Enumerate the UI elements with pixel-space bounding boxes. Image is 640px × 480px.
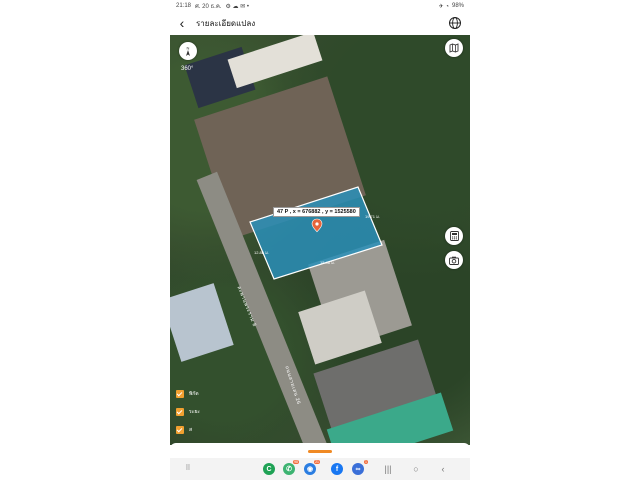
legend-item-coordinates[interactable]: พิกัด xyxy=(176,385,200,403)
facebook-app-icon[interactable]: f xyxy=(331,463,343,475)
wifi-icon: ✈ ◔ xyxy=(438,3,449,10)
link-app-icon[interactable]: ∞ 1 xyxy=(352,460,368,475)
chat-app-icon[interactable]: ◉ 21 xyxy=(304,460,320,475)
dimension-label-top: 19.71 ม. xyxy=(365,214,380,219)
compass-degrees: 360° xyxy=(181,66,194,72)
coordinate-label: 47 P , x = 676882 , y = 1525580 xyxy=(273,207,360,217)
recent-apps-icon[interactable]: ||| xyxy=(382,463,394,475)
land-plot-polygon[interactable] xyxy=(249,186,383,280)
sheet-drag-handle[interactable] xyxy=(308,450,332,453)
app-screen: 21:18 ศ. 20 ธ.ค. ⚙ ☁ ✉ • ✈ ◔ 98% ‹ รายละ… xyxy=(170,0,470,480)
notification-badge: 98 xyxy=(293,460,299,464)
bottom-sheet[interactable] xyxy=(170,443,470,455)
compass-button[interactable]: N xyxy=(179,42,197,60)
top-app-bar: ‹ รายละเอียดแปลง xyxy=(170,12,470,34)
battery-level: 98% xyxy=(451,3,464,9)
camera-button[interactable] xyxy=(445,251,463,269)
home-icon[interactable]: ○ xyxy=(410,463,422,475)
legend-label: ระยะ xyxy=(189,409,200,415)
status-time: 21:18 xyxy=(176,3,192,9)
legend-item-other[interactable]: ส xyxy=(176,421,200,439)
satellite-map[interactable]: 47 P , x = 676882 , y = 1525580 19.71 ม.… xyxy=(170,35,470,445)
checkbox-checked[interactable] xyxy=(176,408,184,416)
map-icon xyxy=(449,43,459,53)
notification-badge: 1 xyxy=(364,460,368,464)
globe-icon[interactable] xyxy=(448,16,462,30)
checkbox-checked[interactable] xyxy=(176,390,184,398)
map-type-button[interactable] xyxy=(445,39,463,57)
calculator-icon xyxy=(449,231,459,241)
status-bar: 21:18 ศ. 20 ธ.ค. ⚙ ☁ ✉ • ✈ ◔ 98% xyxy=(170,0,470,12)
camera-icon xyxy=(449,256,459,265)
legend-label: พิกัด xyxy=(189,391,199,397)
app-drawer-icon[interactable]: ⠿ xyxy=(182,463,194,475)
svg-text:N: N xyxy=(187,46,190,51)
status-date: ศ. 20 ธ.ค. xyxy=(195,4,222,10)
notification-badge: 21 xyxy=(314,460,320,464)
dimension-label-left: 12.86 ม. xyxy=(254,250,269,255)
compass-icon: N xyxy=(186,46,190,56)
back-nav-icon[interactable]: ‹ xyxy=(437,463,449,475)
system-navigation-bar: ⠿ C ✆ 98 ◉ 21 f ∞ 1 ||| ○ ‹ xyxy=(170,458,470,480)
map-legend: พิกัด ระยะ ส xyxy=(176,385,200,439)
checkbox-checked[interactable] xyxy=(176,426,184,434)
measure-button[interactable] xyxy=(445,227,463,245)
legend-label: ส xyxy=(189,427,193,433)
page-title: รายละเอียดแปลง xyxy=(196,18,256,28)
land-plot-overlay[interactable] xyxy=(170,35,470,445)
messenger-app-icon[interactable]: ✆ 98 xyxy=(283,460,299,475)
dimension-label-bottom: 15.46 ม. xyxy=(320,260,335,265)
notification-icons: ⚙ ☁ ✉ • xyxy=(225,3,250,10)
line-app-icon[interactable]: C xyxy=(263,463,275,475)
back-button[interactable]: ‹ xyxy=(172,15,192,31)
legend-item-distance[interactable]: ระยะ xyxy=(176,403,200,421)
